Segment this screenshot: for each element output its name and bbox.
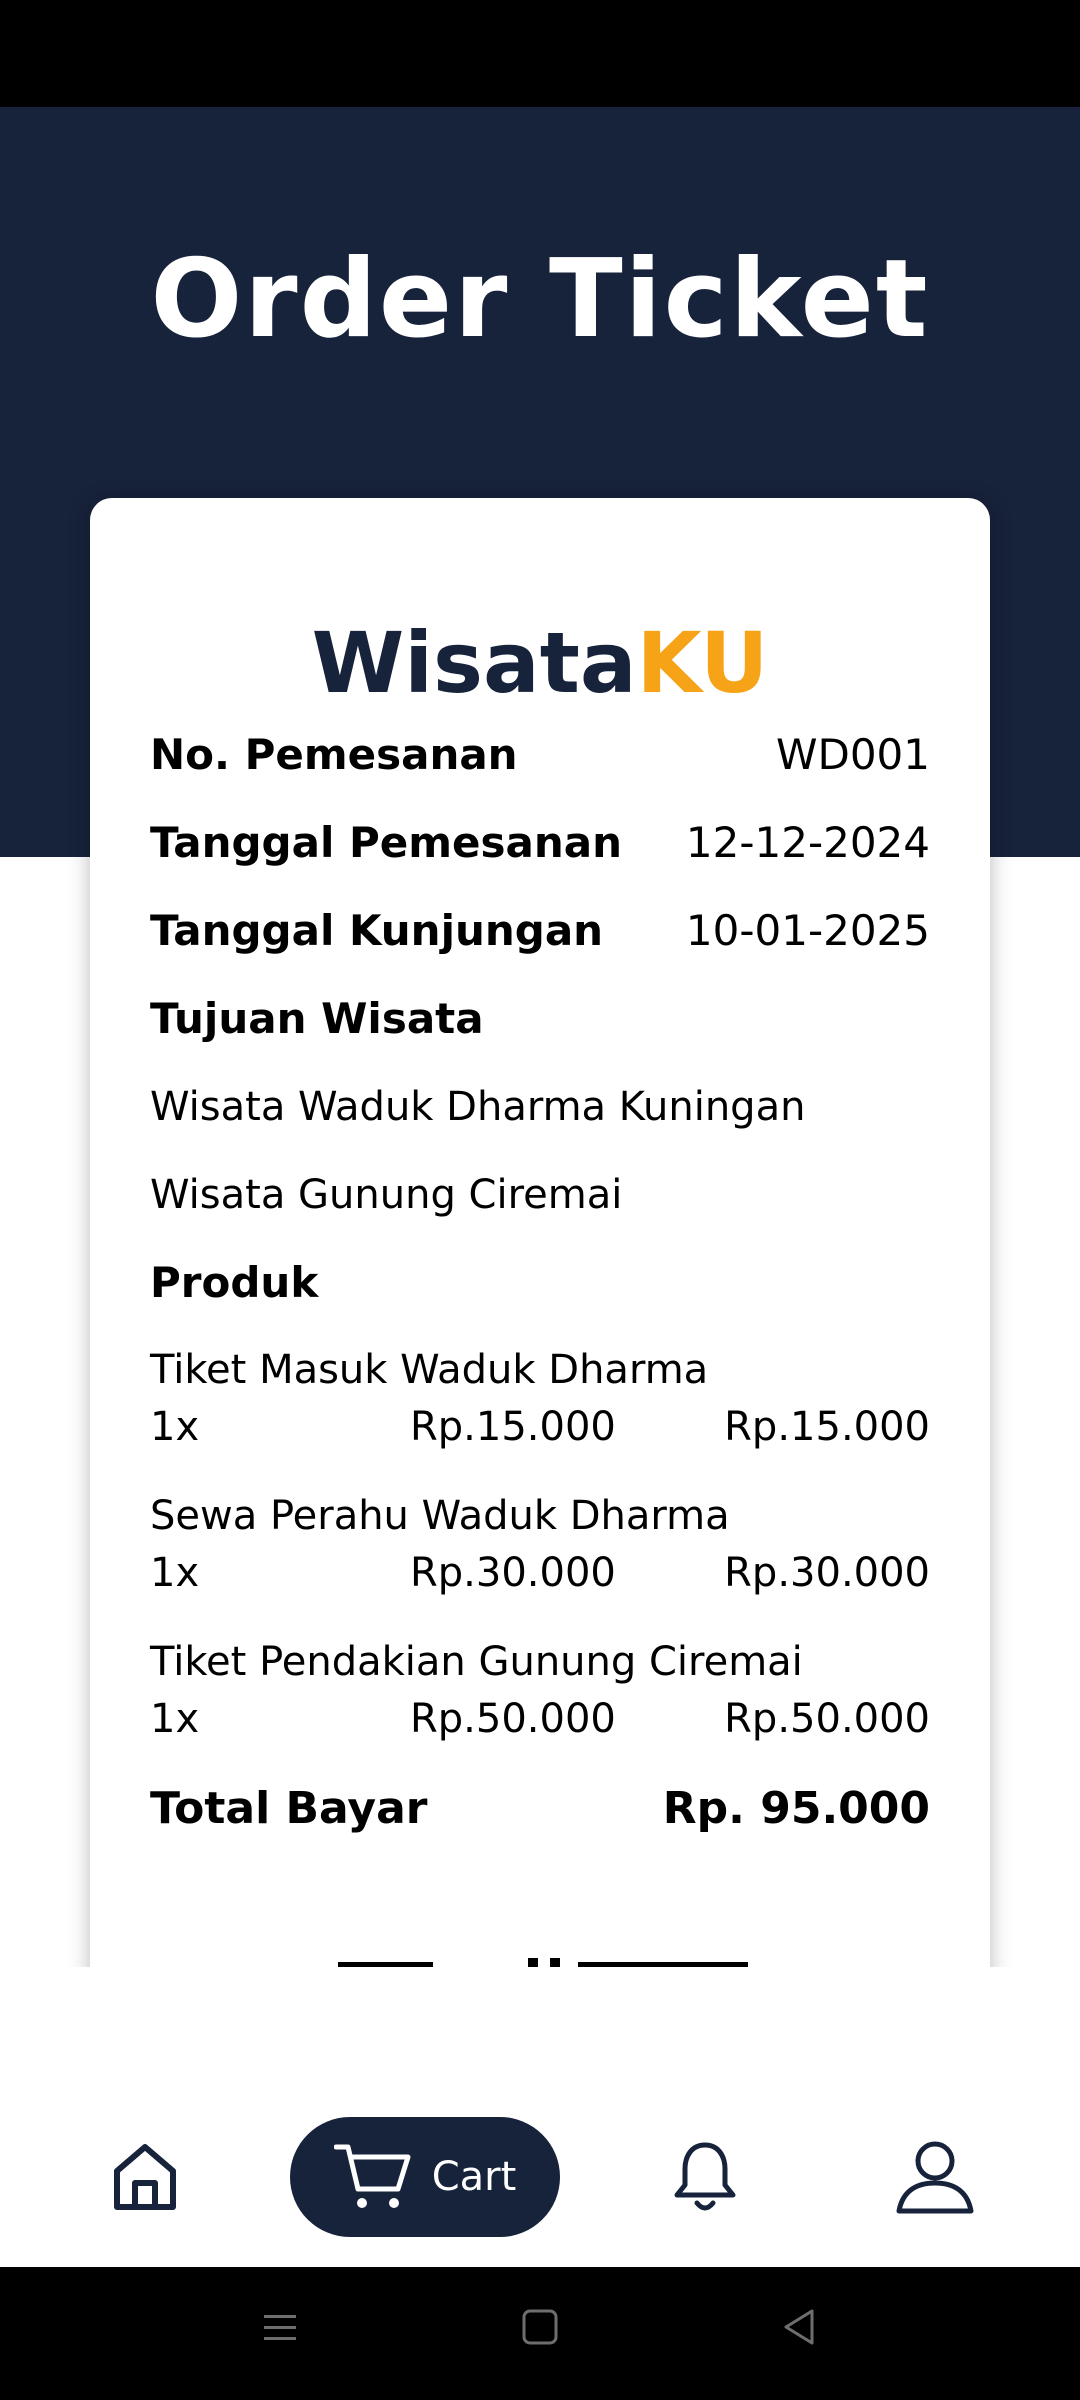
status-bar	[0, 0, 1080, 107]
page-title: Order Ticket	[150, 237, 930, 362]
scroll-area[interactable]: WisataKU No. Pemesanan WD001 Tanggal Pem…	[60, 470, 1020, 1967]
product-section-label: Produk	[150, 1258, 319, 1307]
visit-date-label: Tanggal Kunjungan	[150, 906, 604, 955]
ticket-card: WisataKU No. Pemesanan WD001 Tanggal Pem…	[90, 498, 990, 1967]
menu-icon	[264, 2315, 296, 2340]
sys-home-button[interactable]	[510, 2297, 570, 2357]
product-item: Tiket Masuk Waduk Dharma 1x Rp.15.000 Rp…	[150, 1341, 930, 1461]
product-item: Sewa Perahu Waduk Dharma 1x Rp.30.000 Rp…	[150, 1487, 930, 1607]
product-name: Sewa Perahu Waduk Dharma	[150, 1493, 730, 1539]
order-number-row: No. Pemesanan WD001	[150, 725, 930, 785]
product-subtotal: Rp.15.000	[724, 1404, 930, 1450]
bottom-nav: Cart	[0, 1967, 1080, 2267]
destination-section-label: Tujuan Wisata	[150, 994, 484, 1043]
product-price: Rp.15.000	[410, 1404, 616, 1450]
total-label: Total Bayar	[150, 1783, 428, 1834]
order-number-value: WD001	[775, 730, 930, 779]
brand-part-wisata: Wisata	[311, 614, 637, 712]
order-number-label: No. Pemesanan	[150, 730, 518, 779]
visit-date-value: 10-01-2025	[685, 906, 930, 955]
product-price: Rp.30.000	[410, 1550, 616, 1596]
product-price: Rp.50.000	[410, 1696, 616, 1742]
product-name: Tiket Pendakian Gunung Ciremai	[150, 1639, 803, 1685]
system-navigation-bar	[0, 2267, 1080, 2400]
nav-home[interactable]	[105, 2137, 185, 2217]
home-icon	[114, 2144, 176, 2210]
brand-part-ku: KU	[636, 614, 769, 712]
product-item: Tiket Pendakian Gunung Ciremai 1x Rp.50.…	[150, 1633, 930, 1753]
cart-icon	[333, 2144, 411, 2208]
order-date-value: 12-12-2024	[685, 818, 930, 867]
qr-code	[338, 1958, 748, 1967]
nav-profile[interactable]	[890, 2132, 980, 2222]
total-value: Rp. 95.000	[662, 1783, 930, 1834]
product-qty: 1x	[150, 1404, 200, 1450]
order-date-row: Tanggal Pemesanan 12-12-2024	[150, 813, 930, 873]
total-row: Total Bayar Rp. 95.000	[150, 1779, 930, 1839]
sys-recents-button[interactable]	[250, 2297, 310, 2357]
bell-icon	[674, 2142, 736, 2211]
destination-item: Wisata Waduk Dharma Kuningan	[150, 1084, 806, 1130]
product-subtotal: Rp.30.000	[724, 1550, 930, 1596]
sys-back-button[interactable]	[770, 2297, 830, 2357]
product-name: Tiket Masuk Waduk Dharma	[150, 1347, 709, 1393]
destination-item: Wisata Gunung Ciremai	[150, 1172, 623, 1218]
nav-cart-label: Cart	[431, 2154, 517, 2200]
square-icon	[522, 2309, 558, 2345]
nav-notifications[interactable]	[665, 2132, 745, 2222]
product-qty: 1x	[150, 1550, 200, 1596]
product-qty: 1x	[150, 1696, 200, 1742]
back-triangle-icon	[784, 2309, 814, 2345]
visit-date-row: Tanggal Kunjungan 10-01-2025	[150, 901, 930, 961]
user-icon	[896, 2141, 974, 2214]
product-subtotal: Rp.50.000	[724, 1696, 930, 1742]
order-date-label: Tanggal Pemesanan	[150, 818, 622, 867]
nav-cart-button[interactable]: Cart	[290, 2117, 560, 2237]
brand-logo: WisataKU	[90, 613, 990, 713]
